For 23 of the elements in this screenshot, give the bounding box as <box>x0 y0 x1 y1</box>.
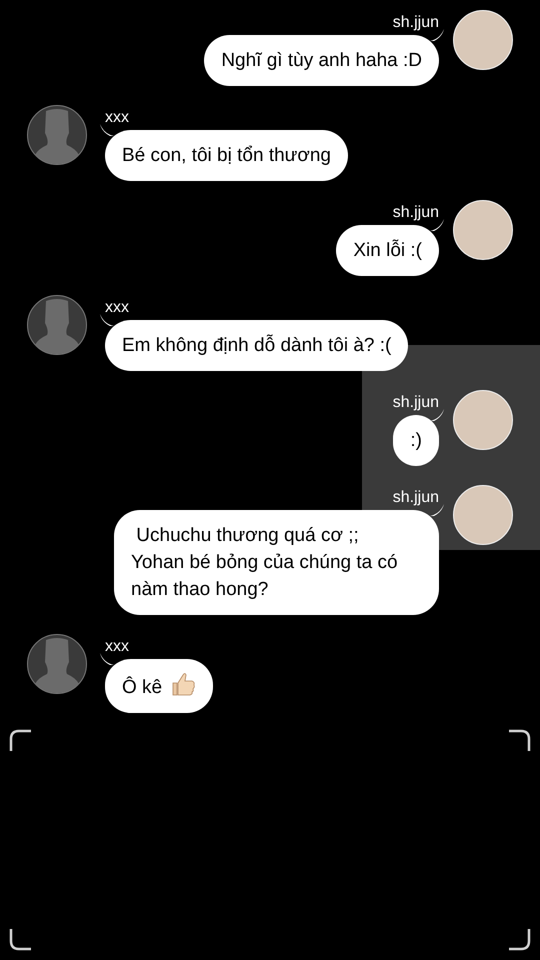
message-text: Uchuchu thương quá cơ ;; Yohan bé bỏng của chúng ta có nàm thao hong? <box>131 525 399 600</box>
message-text: Em không định dỗ dành tôi à? :( <box>122 335 392 356</box>
avatar-silhouette-icon <box>27 295 87 355</box>
sender-name: xxx <box>105 638 129 656</box>
sender-name: sh.jjun <box>392 489 439 507</box>
sender-name: xxx <box>105 109 129 127</box>
frame-corner-icon <box>9 729 31 751</box>
frame-corner-icon <box>509 929 531 951</box>
avatar-silhouette-icon <box>27 634 87 694</box>
frame-corner-icon <box>509 729 531 751</box>
message-text: Ô kê <box>122 677 162 698</box>
message-text: Bé con, tôi bị tổn thương <box>122 145 331 166</box>
sender-name: sh.jjun <box>392 394 439 412</box>
sender-name: sh.jjun <box>392 204 439 222</box>
frame-corner-icon <box>9 929 31 951</box>
message-text: Nghĩ gì tùy anh haha :D <box>221 50 422 71</box>
message-text: Xin lỗi :( <box>353 240 422 261</box>
avatar-silhouette-icon <box>27 105 87 165</box>
sender-name: xxx <box>105 299 129 317</box>
sender-name: sh.jjun <box>392 14 439 32</box>
message-text: :) <box>410 430 422 451</box>
bubble-tail <box>100 653 114 665</box>
bubble-tail <box>430 504 444 516</box>
